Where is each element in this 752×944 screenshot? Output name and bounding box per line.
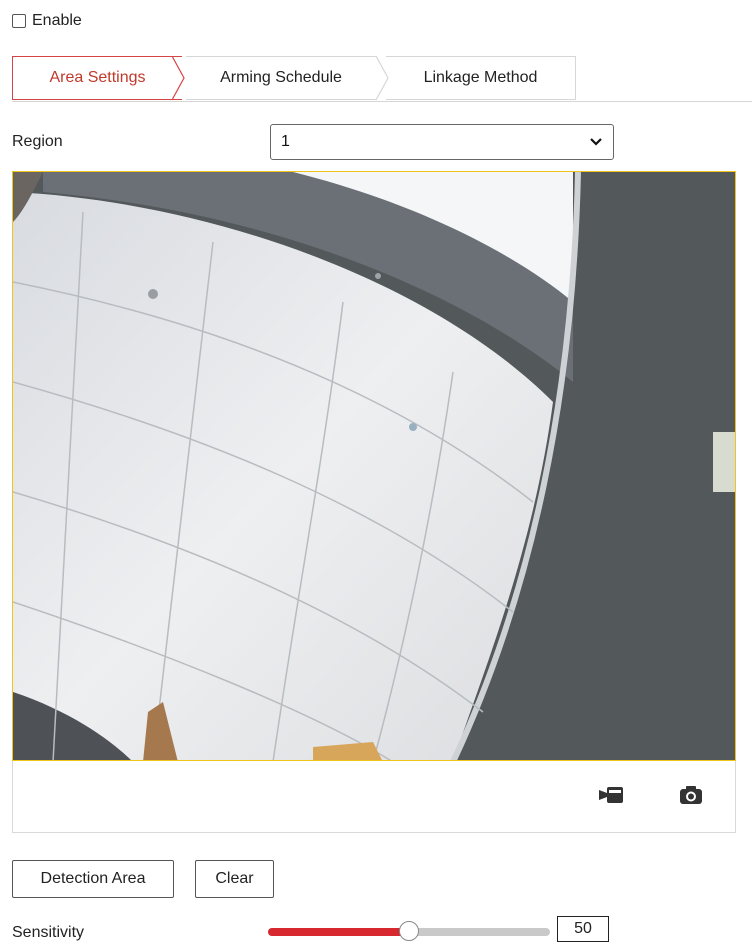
- tab-linkage-method[interactable]: Linkage Method: [386, 56, 576, 100]
- tab-area-settings[interactable]: Area Settings: [12, 56, 182, 100]
- clear-button[interactable]: Clear: [195, 860, 274, 898]
- sensitivity-label: Sensitivity: [12, 924, 85, 941]
- video-preview[interactable]: [12, 171, 736, 761]
- tab-label: Linkage Method: [423, 69, 538, 86]
- sensitivity-value[interactable]: 50: [557, 916, 609, 942]
- tab-arming-schedule[interactable]: Arming Schedule: [186, 56, 376, 100]
- chevron-down-icon: [590, 138, 602, 146]
- enable-checkbox[interactable]: [12, 14, 26, 28]
- camera-feed-image: [13, 172, 735, 760]
- video-record-icon[interactable]: [598, 783, 626, 807]
- tab-label: Area Settings: [49, 69, 146, 86]
- camera-capture-icon[interactable]: [677, 783, 705, 807]
- sensitivity-slider[interactable]: [268, 921, 550, 941]
- detection-area-button[interactable]: Detection Area: [12, 860, 174, 898]
- region-select[interactable]: 1: [270, 124, 614, 160]
- enable-label: Enable: [32, 12, 82, 29]
- enable-row[interactable]: Enable: [12, 10, 82, 32]
- region-label: Region: [12, 133, 63, 150]
- tab-label: Arming Schedule: [220, 69, 342, 86]
- slider-fill: [268, 928, 409, 936]
- slider-thumb[interactable]: [399, 921, 419, 941]
- video-toolbar: [12, 761, 736, 833]
- region-value: 1: [281, 133, 290, 150]
